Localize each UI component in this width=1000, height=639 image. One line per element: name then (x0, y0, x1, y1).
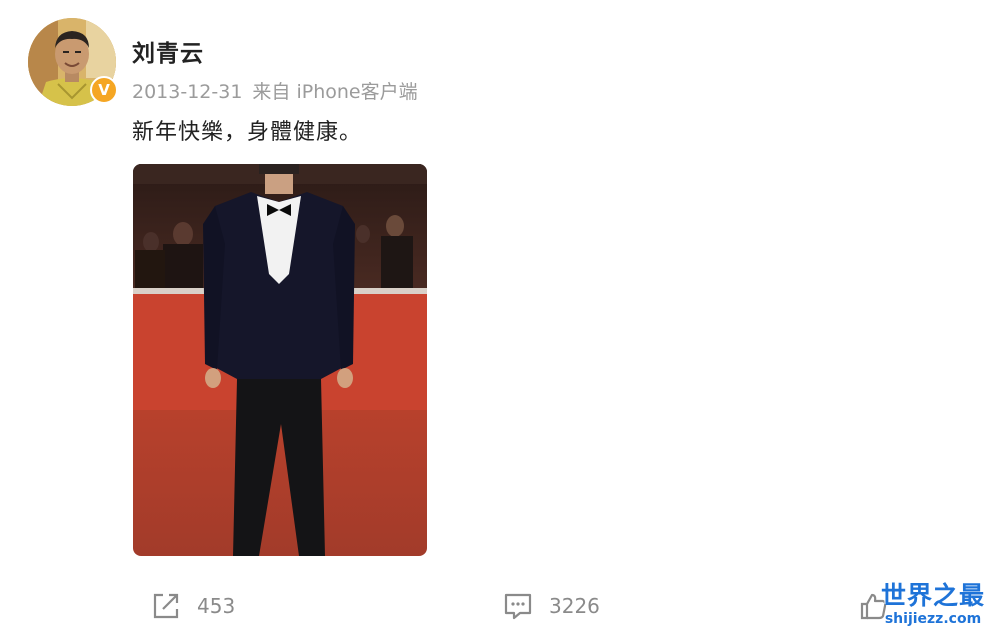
post-date[interactable]: 2013-12-31 (132, 81, 242, 103)
comment-button[interactable]: 3226 (503, 586, 600, 626)
verified-badge: V (90, 76, 118, 104)
site-watermark: 世界之最 shijiezz.com (872, 582, 994, 634)
post-meta: 2013-12-31 来自 iPhone客户端 (132, 77, 418, 104)
weibo-post: V 刘青云 2013-12-31 来自 iPhone客户端 新年快樂，身體健康。 (0, 0, 1000, 639)
post-image[interactable] (133, 164, 427, 556)
post-text: 新年快樂，身體健康。 (132, 120, 363, 145)
red-carpet-photo-icon (133, 164, 427, 556)
action-bar: 453 3226 (0, 586, 1000, 626)
repost-button[interactable]: 453 (151, 586, 235, 626)
repost-icon (153, 593, 179, 619)
watermark-url: shijiezz.com (884, 611, 982, 627)
post-source: 来自 iPhone客户端 (252, 81, 418, 103)
username[interactable]: 刘青云 (132, 34, 204, 68)
comment-icon (504, 593, 532, 620)
avatar-container[interactable]: V (28, 18, 118, 106)
repost-count: 453 (197, 594, 236, 618)
comment-count: 3226 (549, 594, 600, 618)
watermark-title: 世界之最 (880, 581, 985, 610)
